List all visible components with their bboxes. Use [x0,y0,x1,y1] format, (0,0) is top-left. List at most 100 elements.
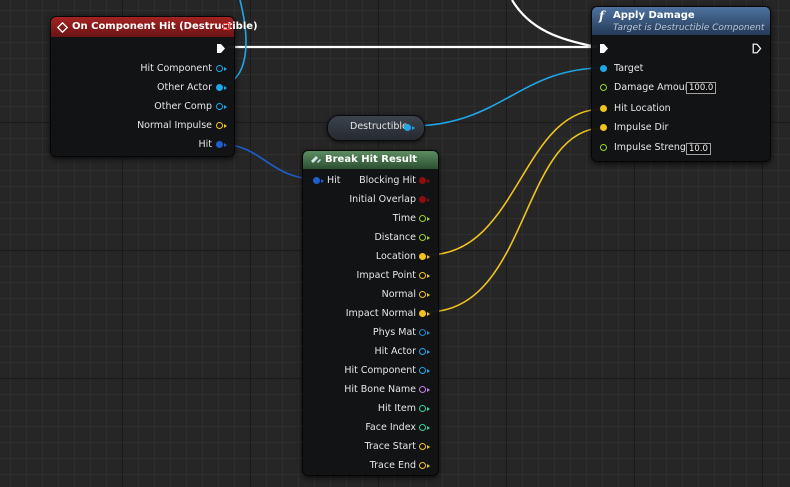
pin-label-other-actor: Other Actor [157,82,212,93]
pin-label-initial-overlap: Initial Overlap [349,194,416,205]
pin-arrow [427,331,430,335]
pin-arrow [427,445,430,449]
apply-damage-node[interactable]: f Apply Damage Target is Destructible Co… [591,6,771,162]
pin-arrow [321,179,324,183]
pin-label-blocking-hit: Blocking Hit [359,175,416,186]
exec-wire-incoming [511,0,598,49]
event-diamond-icon [57,22,68,33]
damage-amount-field[interactable]: 100.0 [686,82,717,94]
pin-label-location: Location [375,251,416,262]
pin-normal[interactable] [419,291,426,298]
pin-trace-start[interactable] [419,443,426,450]
pin-initial-overlap[interactable] [419,196,426,203]
pin-arrow [224,86,227,90]
pin-hit-in[interactable] [313,177,320,184]
impact-normal-wire [426,127,604,313]
pin-label-hit-component: Hit Component [344,365,416,376]
variable-label: Destructible [350,121,408,132]
pin-label-trace-start: Trace Start [364,441,416,452]
location-wire [426,108,604,256]
apply-node-subtitle: Target is Destructible Component [613,23,765,33]
pin-arrow [427,426,430,430]
pin-label-hit-bone-name: Hit Bone Name [344,384,416,395]
pin-arrow [427,179,430,183]
pin-arrow [427,198,430,202]
break-struct-icon [311,156,321,163]
pin-label-impulse-dir: Impulse Dir [614,122,669,133]
pin-hit-bone-name[interactable] [419,386,426,393]
exec-out-pin[interactable] [752,43,762,54]
target-wire [410,67,604,127]
exec-in-pin[interactable] [599,43,609,54]
impulse-strength-field[interactable]: 10.0 [686,143,711,155]
pin-arrow [427,217,430,221]
pin-other-comp[interactable] [216,103,223,110]
pin-label-impulse-strength: Impulse Strength [614,142,696,153]
pin-label-hit-in: Hit [327,175,341,186]
break-node-title: Break Hit Result [325,154,418,165]
pin-hit-actor[interactable] [419,348,426,355]
destructible-variable-node[interactable]: Destructible [327,115,425,141]
pin-arrow [427,464,430,468]
pin-normal-impulse[interactable] [216,122,223,129]
pin-arrow [224,124,227,128]
pin-arrow [427,274,430,278]
event-node-header[interactable]: On Component Hit (Destructible) [51,17,258,37]
pin-impact-normal[interactable] [419,310,426,317]
pin-label-hit-component: Hit Component [140,63,212,74]
pin-damage-amount[interactable] [600,84,607,91]
pin-trace-end[interactable] [419,462,426,469]
pin-arrow [427,369,430,373]
pin-arrow [427,407,430,411]
pin-arrow [427,350,430,354]
pin-label-normal-impulse: Normal Impulse [137,120,212,131]
pin-other-actor[interactable] [216,84,223,91]
pin-label-trace-end: Trace End [369,460,416,471]
pin-label-normal: Normal [381,289,416,300]
pin-label-face-index: Face Index [365,422,416,433]
pin-impact-point[interactable] [419,272,426,279]
pin-label-time: Time [392,213,416,224]
pin-label-other-comp: Other Comp [154,101,212,112]
pin-hit-item[interactable] [419,405,426,412]
pin-time[interactable] [419,215,426,222]
pin-arrow [427,293,430,297]
pin-label-target: Target [614,63,644,74]
pin-arrow [427,312,430,316]
pin-arrow [224,67,227,71]
pin-arrow [412,126,415,130]
event-delegate-icon[interactable] [223,23,230,30]
pin-distance[interactable] [419,234,426,241]
pin-impulse-strength[interactable] [600,144,607,151]
pin-arrow [427,236,430,240]
pin-label-hit-location: Hit Location [614,103,671,114]
function-icon: f [599,9,605,23]
pin-impulse-dir[interactable] [600,124,607,131]
pin-hit[interactable] [216,141,223,148]
pin-label-hit-actor: Hit Actor [374,346,416,357]
pin-face-index[interactable] [419,424,426,431]
pin-hit-component-out[interactable] [419,367,426,374]
pin-label-impact-point: Impact Point [356,270,416,281]
pin-blocking-hit[interactable] [419,177,426,184]
pin-label-hit-item: Hit Item [377,403,416,414]
pin-label-hit: Hit [198,139,212,150]
pin-label-impact-normal: Impact Normal [345,308,416,319]
break-hit-result-node[interactable]: Break Hit Result Hit Blocking Hit Initia… [302,150,439,476]
pin-destructible-out[interactable] [404,124,411,131]
break-node-header[interactable]: Break Hit Result [303,151,438,169]
apply-node-header[interactable]: f Apply Damage Target is Destructible Co… [592,7,770,35]
pin-hit-location[interactable] [600,105,607,112]
pin-location[interactable] [419,253,426,260]
pin-label-damage-amount: Damage Amount [614,82,695,93]
pin-arrow [224,143,227,147]
pin-target[interactable] [600,65,607,72]
pin-label-phys-mat: Phys Mat [372,327,416,338]
pin-phys-mat[interactable] [419,329,426,336]
pin-arrow [427,255,430,259]
pin-label-distance: Distance [374,232,416,243]
pin-hit-component[interactable] [216,65,223,72]
pin-arrow [427,388,430,392]
exec-out-pin[interactable] [216,43,226,54]
event-node-on-component-hit[interactable]: On Component Hit (Destructible) Hit Comp… [50,16,258,157]
